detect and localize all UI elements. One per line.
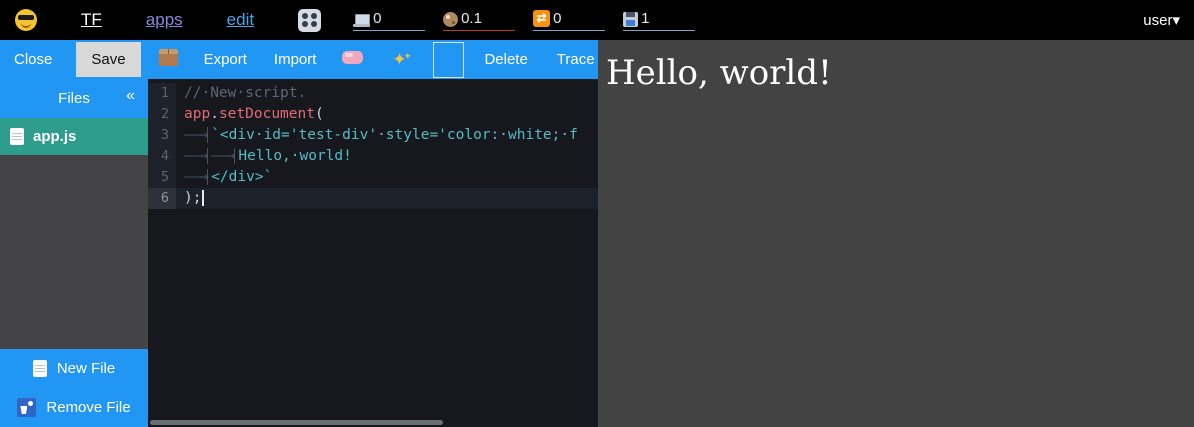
tab-marker-icon: ——→	[184, 169, 208, 185]
new-file-label: New File	[57, 360, 115, 377]
preview-hello-text: Hello, world!	[606, 53, 1194, 93]
litter-bin-icon	[17, 398, 36, 417]
empty-toolbar-button[interactable]	[433, 42, 464, 78]
sparkles-button[interactable]: ✦	[389, 50, 409, 70]
code-line[interactable]: 5 ——→</div>`	[148, 167, 598, 188]
laptop-icon	[353, 14, 370, 27]
disk-counter-field[interactable]: 1	[623, 10, 695, 31]
floppy-disk-icon	[623, 12, 638, 27]
exchange-counter-value: 0	[553, 10, 561, 27]
editor-toolbar: Close Save Export Import ✦ Delete Trace	[0, 40, 598, 79]
import-button[interactable]: Import	[274, 51, 317, 68]
close-button[interactable]: Close	[14, 51, 52, 68]
disk-counter-value: 1	[641, 10, 649, 27]
remove-file-button[interactable]: Remove File	[0, 388, 148, 427]
exchange-arrows-icon: ⇄	[533, 10, 550, 27]
tab-marker-icon: ——→	[184, 148, 208, 164]
trace-button[interactable]: Trace	[557, 51, 595, 68]
sunglasses-emoji-icon[interactable]	[15, 9, 37, 31]
cookie-counter-field[interactable]: 0.1	[443, 10, 515, 31]
code-line-active[interactable]: 6 );	[148, 188, 598, 209]
file-name: app.js	[33, 128, 76, 145]
text-cursor	[202, 190, 204, 206]
save-button[interactable]: Save	[76, 42, 140, 77]
cookie-icon	[443, 12, 458, 27]
line-number: 6	[148, 188, 176, 209]
new-file-button[interactable]: New File	[0, 349, 148, 388]
code-line[interactable]: 1 //·New·script.	[148, 83, 598, 104]
sparkles-icon: ✦	[389, 50, 409, 70]
tab-marker-icon: ——→	[211, 148, 235, 164]
app-grid-icon[interactable]	[298, 9, 321, 32]
collapse-sidebar-button[interactable]: «	[126, 87, 135, 105]
status-counters: 0 0.1 ⇄ 0 1	[353, 10, 713, 31]
horizontal-scrollbar[interactable]	[150, 420, 443, 425]
code-line[interactable]: 3 ——→`<div·id='test-div'·style='color:·w…	[148, 125, 598, 146]
cookie-counter-value: 0.1	[461, 10, 482, 27]
computer-counter-value: 0	[373, 10, 381, 27]
file-item-appjs[interactable]: app.js	[0, 118, 148, 155]
edit-link[interactable]: edit	[227, 10, 254, 30]
package-icon	[159, 49, 178, 66]
line-number: 1	[148, 83, 176, 104]
line-number: 2	[148, 104, 176, 125]
files-header-label: Files	[58, 90, 90, 107]
exchange-counter-field[interactable]: ⇄ 0	[533, 10, 605, 31]
top-menu-bar: TF apps edit 0 0.1 ⇄ 0 1 user▾	[0, 0, 1194, 40]
code-editor[interactable]: 1 //·New·script. 2 app.setDocument( 3 ——…	[148, 79, 598, 427]
computer-counter-field[interactable]: 0	[353, 10, 425, 31]
package-button[interactable]	[159, 49, 178, 70]
soap-button[interactable]	[342, 51, 363, 68]
code-line[interactable]: 4 ——→——→Hello,·world!	[148, 146, 598, 167]
files-header: Files «	[0, 79, 148, 118]
apps-link[interactable]: apps	[146, 10, 183, 30]
user-menu[interactable]: user▾	[1143, 11, 1180, 29]
app-window: TF apps edit 0 0.1 ⇄ 0 1 user▾	[0, 0, 1194, 427]
editor-pane: Close Save Export Import ✦ Delete Trace …	[0, 40, 598, 427]
export-button[interactable]: Export	[204, 51, 247, 68]
files-sidebar: Files « app.js New File Remove File	[0, 79, 148, 427]
code-line[interactable]: 2 app.setDocument(	[148, 104, 598, 125]
sidebar-empty-area	[0, 155, 148, 349]
document-icon	[10, 128, 24, 145]
tab-marker-icon: ——→	[184, 127, 208, 143]
line-number: 4	[148, 146, 176, 167]
line-number: 3	[148, 125, 176, 146]
brand-link[interactable]: TF	[81, 10, 102, 30]
remove-file-label: Remove File	[46, 399, 130, 416]
soap-icon	[342, 51, 363, 64]
delete-button[interactable]: Delete	[484, 51, 527, 68]
app-preview-panel: Hello, world!	[598, 40, 1194, 427]
line-number: 5	[148, 167, 176, 188]
new-file-icon	[33, 360, 47, 377]
